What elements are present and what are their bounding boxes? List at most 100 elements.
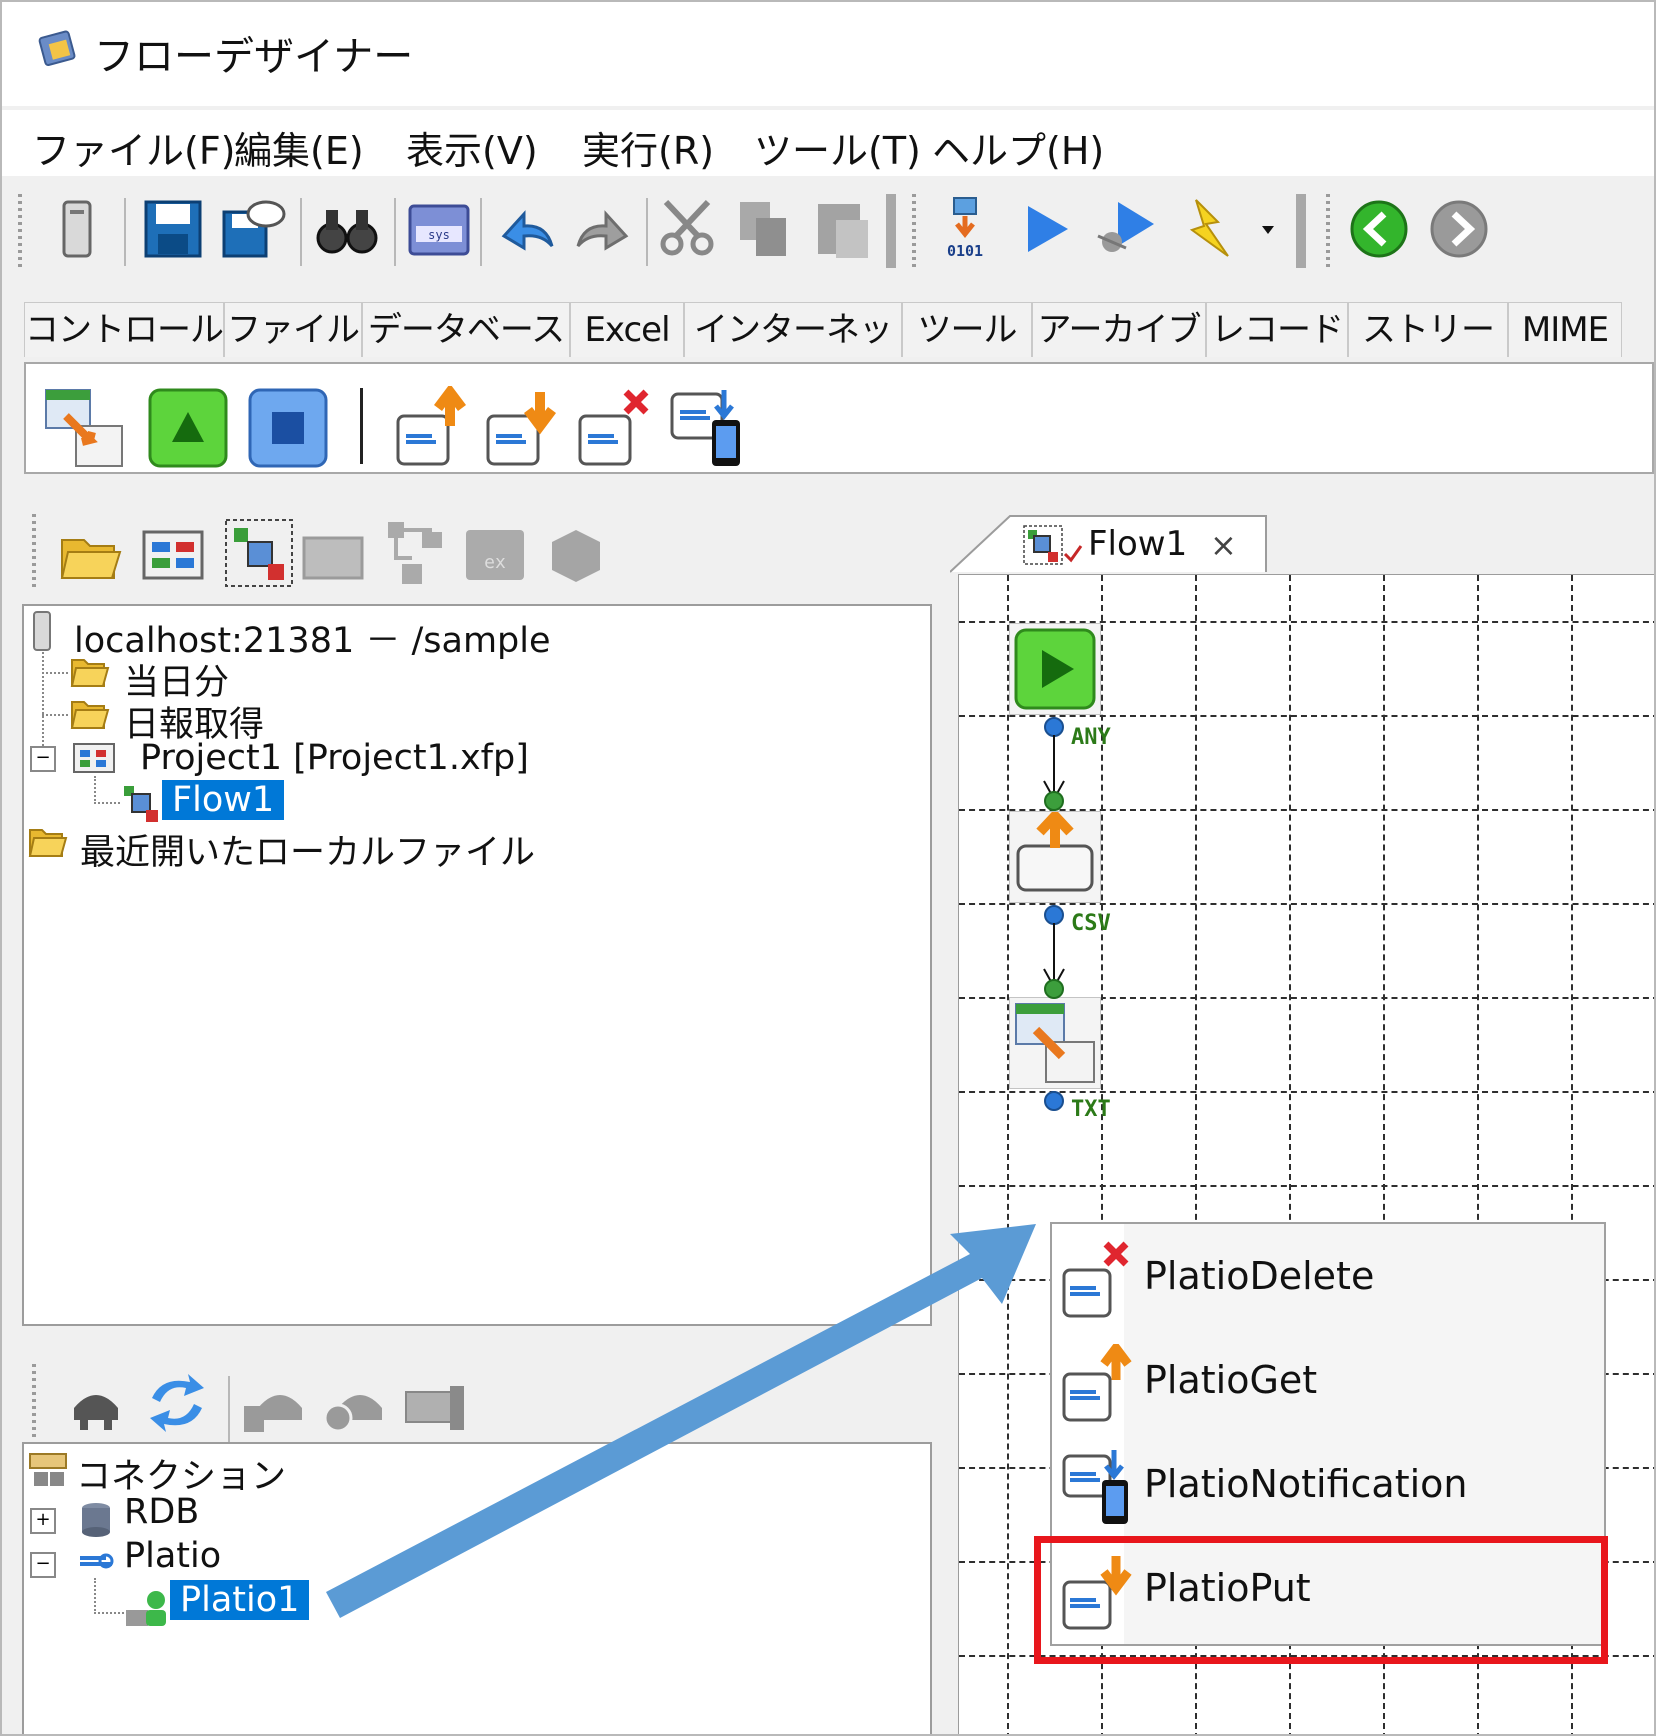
toolbar-separator — [394, 198, 396, 266]
tree-item-project1[interactable]: Project1 [Project1.xfp] — [140, 738, 529, 778]
tree-collapse-toggle[interactable]: − — [30, 1552, 56, 1578]
flow-icon — [1023, 525, 1063, 565]
tree-expand-toggle[interactable]: + — [30, 1508, 56, 1534]
tab-tools[interactable]: ツール — [902, 302, 1032, 357]
tree-collapse-toggle[interactable]: − — [30, 746, 56, 772]
tab-record[interactable]: レコード — [1206, 302, 1348, 357]
check-icon — [1063, 545, 1083, 563]
tab-archive[interactable]: アーカイブ — [1032, 302, 1206, 357]
forward-icon[interactable] — [1426, 196, 1492, 262]
start-icon[interactable] — [146, 386, 230, 470]
database-icon — [82, 1503, 110, 1537]
tab-excel[interactable]: Excel — [570, 302, 684, 357]
tab-stream[interactable]: ストリーム — [1348, 302, 1508, 404]
flow-designer-window: フローデザイナー ファイル(F) 編集(E) 表示(V) 実行(R) ツール(T… — [0, 0, 1656, 1736]
table-convert-icon[interactable] — [42, 386, 126, 470]
tree-line — [42, 672, 68, 674]
port-label-csv: CSV — [1071, 911, 1111, 936]
tab-database[interactable]: データベース — [362, 302, 570, 357]
component-palette — [24, 362, 1654, 474]
menu-view[interactable]: 表示(V) — [406, 120, 538, 175]
svg-text:sys: sys — [428, 228, 450, 242]
grey-flow-icon — [302, 536, 364, 580]
folder-icon — [70, 701, 110, 729]
menu-help[interactable]: ヘルプ(H) — [932, 120, 1104, 175]
sys-icon[interactable]: sys — [406, 196, 472, 262]
tab-file[interactable]: ファイル — [224, 302, 362, 357]
close-icon[interactable]: × — [1210, 526, 1237, 564]
menu-item-platio-delete[interactable]: PlatioDelete — [1052, 1224, 1604, 1328]
folder-icon — [70, 659, 110, 687]
platio-get-icon[interactable] — [392, 386, 476, 470]
tree-item-flow1[interactable]: Flow1 — [162, 780, 285, 820]
save-as-icon[interactable] — [220, 196, 286, 262]
flow-editor-tab-strip: Flow1 × — [950, 512, 1270, 574]
run-icon[interactable] — [1014, 196, 1080, 262]
stop-icon[interactable] — [246, 386, 330, 470]
connection-item-rdb[interactable]: RDB — [124, 1492, 199, 1532]
paste-icon[interactable] — [810, 196, 876, 262]
toolbar-grip[interactable] — [1296, 194, 1306, 268]
debug-icon[interactable] — [1092, 196, 1158, 262]
toolbar-grip[interactable] — [32, 1364, 36, 1438]
cut-icon[interactable] — [656, 196, 722, 262]
menu-run[interactable]: 実行(R) — [582, 120, 714, 175]
tree-line — [94, 1612, 124, 1614]
compile-icon[interactable]: 0101 — [932, 196, 998, 262]
menu-edit[interactable]: 編集(E) — [234, 120, 364, 175]
open-folder-icon[interactable] — [58, 522, 124, 588]
toolbar-separator — [480, 198, 482, 266]
project-icon[interactable] — [140, 522, 206, 588]
app-icon — [38, 30, 76, 66]
flow-icon[interactable] — [224, 518, 294, 588]
menu-tools[interactable]: ツール(T) — [754, 120, 921, 175]
grey-add-connection-icon — [244, 1395, 302, 1432]
toolbar-separator — [300, 198, 302, 266]
toolbar-grip[interactable] — [886, 194, 896, 268]
toolbar-separator — [228, 1376, 230, 1442]
connection-item-platio1[interactable]: Platio1 — [170, 1580, 310, 1620]
toolbar-grip[interactable] — [18, 194, 22, 268]
tree-line — [94, 802, 120, 804]
redo-icon[interactable] — [570, 196, 636, 262]
tree-line — [94, 776, 96, 804]
tree-item-recent-files[interactable]: 最近開いたローカルファイル — [80, 824, 535, 875]
flow-connectors — [1043, 717, 1065, 1111]
connection-toolbar — [32, 1352, 932, 1452]
connection-plug-icon[interactable] — [66, 1376, 126, 1432]
flow-node-start[interactable] — [1009, 623, 1101, 715]
tab-control[interactable]: コントロール — [24, 302, 224, 357]
connection-item-platio[interactable]: Platio — [124, 1536, 221, 1576]
tab-mime[interactable]: MIME — [1508, 302, 1622, 357]
platio-get-icon — [1062, 1344, 1132, 1422]
toolbar-separator — [646, 198, 648, 266]
menu-item-platio-notification[interactable]: PlatioNotification — [1052, 1432, 1604, 1536]
server-icon[interactable] — [44, 196, 110, 262]
menu-item-platio-get[interactable]: PlatioGet — [1052, 1328, 1604, 1432]
project-icon — [73, 743, 115, 773]
menu-item-label: PlatioNotification — [1144, 1462, 1468, 1506]
platio-delete-icon[interactable] — [574, 386, 658, 470]
project-tree: localhost:21381 － /sample 当日分 日報取得 − Pro… — [22, 604, 932, 1326]
toolbar-separator — [124, 198, 126, 266]
undo-icon[interactable] — [494, 196, 560, 262]
copy-icon[interactable] — [732, 196, 798, 262]
menu-file[interactable]: ファイル(F) — [32, 120, 236, 175]
lightning-icon[interactable] — [1172, 196, 1238, 262]
toolbar-grip[interactable] — [912, 194, 916, 268]
platio-notification-icon[interactable] — [666, 386, 750, 470]
platio-put-icon[interactable] — [482, 386, 566, 470]
back-icon[interactable] — [1346, 196, 1412, 262]
find-icon[interactable] — [314, 196, 380, 262]
palette-separator — [360, 388, 363, 464]
save-icon[interactable] — [140, 196, 206, 262]
start-icon — [1014, 628, 1096, 710]
grid-line — [959, 1185, 1654, 1187]
toolbar-grip[interactable] — [32, 514, 36, 588]
flow-tab-label[interactable]: Flow1 — [1088, 524, 1187, 564]
server-icon — [33, 611, 51, 651]
menu-item-label: PlatioGet — [1144, 1358, 1318, 1402]
tab-internet[interactable]: インターネット — [684, 302, 902, 404]
refresh-icon[interactable] — [142, 1368, 212, 1438]
toolbar-grip[interactable] — [1326, 194, 1330, 268]
